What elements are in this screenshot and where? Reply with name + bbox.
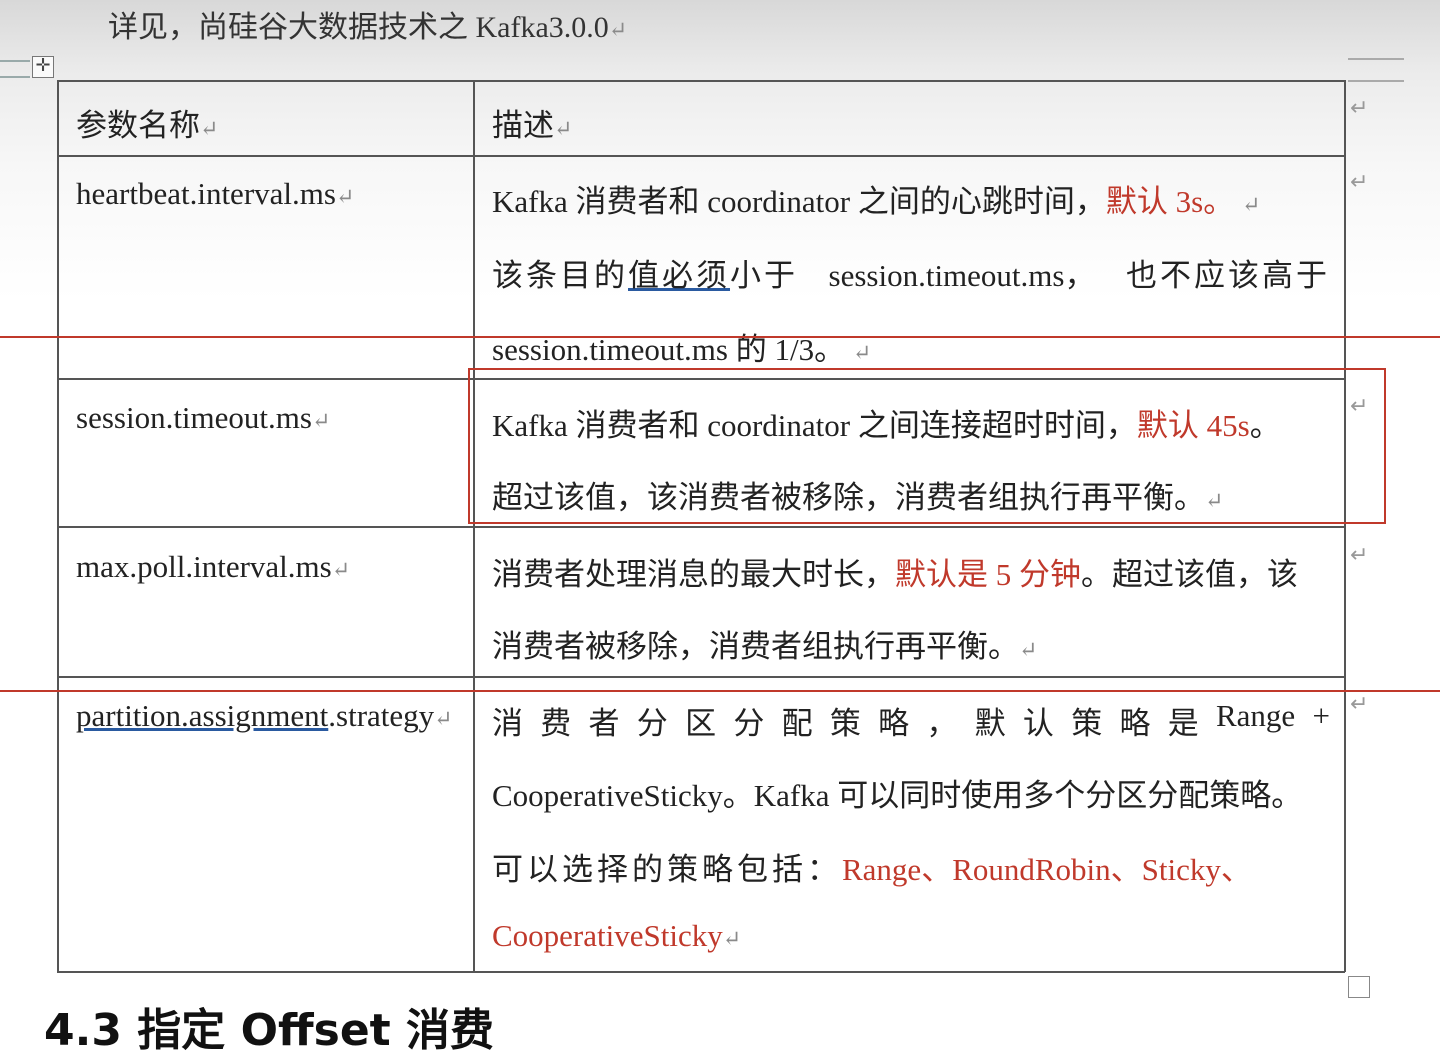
desc-text: CooperativeSticky。Kafka 可以同时使用多个分区分配策略。 <box>492 778 1303 813</box>
param-partition-assignment-strategy: partition.assignment.strategy↵ <box>76 698 453 734</box>
desc-text: 消费者被移除，消费者组执行再平衡。 <box>492 629 1019 664</box>
desc-text: 小于 <box>730 258 798 293</box>
desc-strategy-line-4: CooperativeSticky↵ <box>492 918 741 954</box>
paragraph-mark: ↵ <box>722 926 742 951</box>
desc-heartbeat-line-3: session.timeout.ms 的 1/3。 ↵ <box>492 324 871 369</box>
section-heading: 4.3 指定 Offset 消费 <box>44 1005 495 1056</box>
desc-text: 该条目的 <box>492 258 628 293</box>
desc-text: session.timeout.ms， <box>828 258 1096 293</box>
param-heartbeat-interval: heartbeat.interval.ms↵ <box>76 176 354 212</box>
param-name-text: max.poll.interval.ms <box>76 549 332 584</box>
desc-char: 策 <box>1071 706 1103 741</box>
intro-line: 详见，尚硅谷大数据技术之 Kafka3.0.0↵ <box>108 2 627 46</box>
strategy-options-highlight: CooperativeSticky <box>492 918 723 953</box>
underlined-text: 值必须 <box>628 258 730 293</box>
header-param-name-text: 参数名称 <box>76 108 200 143</box>
paragraph-mark: ↵ <box>331 557 351 582</box>
paragraph-mark: ↵ <box>852 340 872 365</box>
desc-strategy-line-3: 可以选择的策略包括：Range、RoundRobin、Sticky、 <box>492 844 1252 889</box>
red-annotation-line <box>0 690 1440 692</box>
desc-char: 分 <box>636 706 668 741</box>
paragraph-mark: ↵ <box>434 706 453 731</box>
default-value-highlight: 默认是 5 分钟 <box>895 557 1081 592</box>
row-divider <box>57 526 1345 528</box>
desc-strategy-line-2: CooperativeSticky。Kafka 可以同时使用多个分区分配策略。 <box>492 770 1302 815</box>
row-divider <box>57 155 1345 157</box>
desc-heartbeat-line-1: Kafka 消费者和 coordinator 之间的心跳时间，默认 3s。 ↵ <box>492 176 1260 221</box>
param-name-text: heartbeat.interval.ms <box>76 176 336 211</box>
paragraph-mark: ↵ <box>335 184 355 209</box>
desc-char: 略 <box>878 706 910 741</box>
red-highlight-box <box>468 368 1386 524</box>
desc-text: Kafka 消费者和 coordinator 之间的心跳时间， <box>492 184 1106 219</box>
table-border-left <box>57 80 59 972</box>
red-annotation-line <box>0 336 1440 338</box>
paragraph-mark: ↵ <box>200 116 219 141</box>
desc-text: 消费者处理消息的最大时长， <box>492 557 895 592</box>
desc-char: 消 <box>492 706 523 741</box>
param-name-text: .strategy <box>328 698 435 733</box>
param-max-poll-interval: max.poll.interval.ms↵ <box>76 549 350 585</box>
desc-char: 略 <box>1119 706 1151 741</box>
header-description: 描述↵ <box>492 100 572 145</box>
paragraph-mark: ↵ <box>1019 637 1038 662</box>
end-of-row-mark: ↵ <box>1350 170 1369 195</box>
move-cross-icon: ✛ <box>35 55 51 76</box>
table-resize-handle[interactable] <box>1348 976 1370 998</box>
param-name-text: session.timeout.ms <box>76 400 312 435</box>
desc-strategy-line-1: 消 费 者 分 区 分 配 策 略 ， 默 认 策 略 是 Range + <box>492 698 1330 743</box>
intro-text: 详见，尚硅谷大数据技术之 Kafka3.0.0 <box>108 11 609 44</box>
paragraph-mark: ↵ <box>1241 192 1261 217</box>
table-border-top <box>57 80 1345 82</box>
paragraph-mark: ↵ <box>311 408 331 433</box>
desc-max-poll-line-1: 消费者处理消息的最大时长，默认是 5 分钟。超过该值，该 <box>492 549 1298 594</box>
desc-text: 。 <box>1203 184 1235 219</box>
strategy-options-highlight: Range、RoundRobin、Sticky、 <box>842 852 1252 887</box>
desc-text-group: 该条目的值必须小于 <box>492 250 798 295</box>
paragraph-mark: ↵ <box>608 17 628 42</box>
header-param-name: 参数名称↵ <box>76 100 218 145</box>
column-divider <box>473 80 475 972</box>
desc-char: 分 <box>733 706 765 741</box>
default-value-highlight: 默认 3s <box>1105 184 1204 219</box>
desc-heartbeat-line-2: 该条目的值必须小于 session.timeout.ms， 也不应该高于 <box>492 250 1330 295</box>
header-description-text: 描述 <box>492 108 554 143</box>
end-of-row-mark: ↵ <box>1350 96 1369 121</box>
desc-text: 也不应该高于 <box>1125 258 1330 293</box>
desc-char: 者 <box>588 706 620 741</box>
desc-char: 费 <box>540 706 572 741</box>
table-border-right <box>1344 80 1346 972</box>
desc-char: ， <box>926 706 958 741</box>
desc-char: 策 <box>829 706 861 741</box>
desc-char: 认 <box>1022 706 1054 741</box>
underlined-text: partition.assignment <box>76 698 329 733</box>
desc-text: 。超过该值，该 <box>1081 557 1298 592</box>
end-of-row-mark: ↵ <box>1350 692 1369 717</box>
desc-max-poll-line-2: 消费者被移除，消费者组执行再平衡。↵ <box>492 621 1037 666</box>
margin-guide-left <box>0 60 30 78</box>
table-border-bottom <box>57 971 1345 973</box>
table-move-handle[interactable]: ✛ <box>32 56 54 78</box>
desc-char: 区 <box>685 706 717 741</box>
desc-text: 可以选择的策略包括： <box>492 852 842 887</box>
desc-char: 默 <box>974 706 1006 741</box>
row-divider <box>57 676 1345 678</box>
margin-guide-right <box>1348 58 1404 82</box>
desc-char: 配 <box>781 706 813 741</box>
end-of-row-mark: ↵ <box>1350 543 1369 568</box>
desc-char: 是 <box>1167 706 1199 741</box>
param-session-timeout: session.timeout.ms↵ <box>76 400 330 436</box>
paragraph-mark: ↵ <box>554 116 573 141</box>
desc-char: + <box>1312 698 1330 733</box>
desc-char: Range <box>1215 698 1296 733</box>
